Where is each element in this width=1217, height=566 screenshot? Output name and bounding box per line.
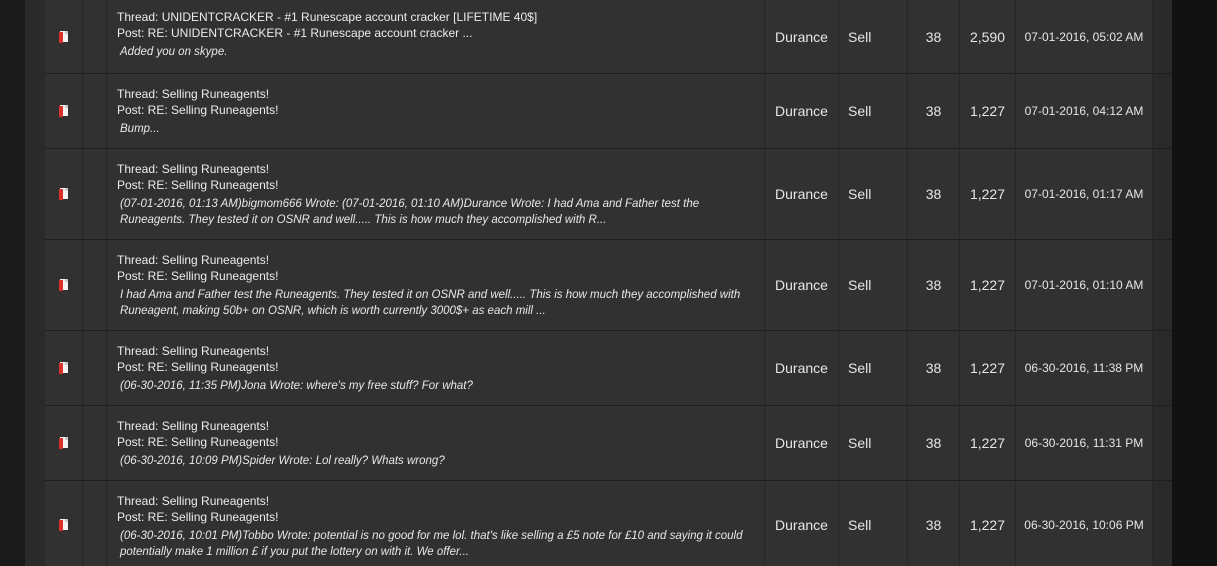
forum-link[interactable]: Sell bbox=[839, 0, 908, 73]
post-icon-cell bbox=[45, 0, 83, 73]
forum-link[interactable]: Sell bbox=[839, 240, 908, 330]
forum-link[interactable]: Sell bbox=[839, 481, 908, 566]
post-icon-cell bbox=[45, 406, 83, 480]
left-margin bbox=[0, 0, 25, 566]
post-info: Thread: Selling Runeagents! Post: RE: Se… bbox=[107, 481, 765, 566]
post-excerpt: Bump... bbox=[120, 123, 160, 135]
thread-link[interactable]: Thread: Selling Runeagents! bbox=[117, 418, 764, 434]
post-excerpt: I had Ama and Father test the Runeagents… bbox=[120, 289, 741, 317]
forum-link[interactable]: Sell bbox=[839, 149, 908, 239]
document-icon bbox=[59, 362, 68, 374]
views-count: 1,227 bbox=[960, 240, 1016, 330]
views-count: 1,227 bbox=[960, 149, 1016, 239]
forum-link[interactable]: Sell bbox=[839, 74, 908, 148]
post-excerpt: (06-30-2016, 10:09 PM)Spider Wrote: Lol … bbox=[120, 455, 445, 467]
post-info: Thread: Selling Runeagents! Post: RE: Se… bbox=[107, 240, 765, 330]
post-excerpt: Added you on skype. bbox=[120, 46, 228, 58]
author-link[interactable]: Durance bbox=[765, 406, 839, 480]
replies-count: 38 bbox=[908, 74, 960, 148]
thread-link[interactable]: Thread: Selling Runeagents! bbox=[117, 86, 764, 102]
post-date: 06-30-2016, 11:31 PM bbox=[1016, 406, 1153, 480]
views-count: 1,227 bbox=[960, 74, 1016, 148]
replies-count: 38 bbox=[908, 481, 960, 566]
author-link[interactable]: Durance bbox=[765, 0, 839, 73]
thread-link[interactable]: Thread: Selling Runeagents! bbox=[117, 161, 764, 177]
post-date: 07-01-2016, 05:02 AM bbox=[1016, 0, 1153, 73]
views-count: 2,590 bbox=[960, 0, 1016, 73]
right-margin bbox=[1172, 0, 1217, 566]
post-link[interactable]: Post: RE: UNIDENTCRACKER - #1 Runescape … bbox=[117, 25, 764, 41]
post-link[interactable]: Post: RE: Selling Runeagents! bbox=[117, 509, 764, 525]
search-results-panel: Thread: UNIDENTCRACKER - #1 Runescape ac… bbox=[25, 0, 1172, 566]
post-info: Thread: Selling Runeagents! Post: RE: Se… bbox=[107, 331, 765, 405]
post-date: 06-30-2016, 11:38 PM bbox=[1016, 331, 1153, 405]
document-icon bbox=[59, 30, 68, 43]
post-icon-cell bbox=[45, 331, 83, 405]
post-link[interactable]: Post: RE: Selling Runeagents! bbox=[117, 434, 764, 450]
replies-count: 38 bbox=[908, 406, 960, 480]
author-link[interactable]: Durance bbox=[765, 240, 839, 330]
table-row: Thread: Selling Runeagents! Post: RE: Se… bbox=[45, 481, 1172, 566]
thread-link[interactable]: Thread: UNIDENTCRACKER - #1 Runescape ac… bbox=[117, 9, 764, 25]
post-date: 07-01-2016, 01:17 AM bbox=[1016, 149, 1153, 239]
document-icon bbox=[59, 518, 68, 531]
table-row: Thread: UNIDENTCRACKER - #1 Runescape ac… bbox=[45, 0, 1172, 74]
post-info: Thread: UNIDENTCRACKER - #1 Runescape ac… bbox=[107, 0, 765, 73]
author-link[interactable]: Durance bbox=[765, 331, 839, 405]
post-link[interactable]: Post: RE: Selling Runeagents! bbox=[117, 177, 764, 193]
post-date: 07-01-2016, 01:10 AM bbox=[1016, 240, 1153, 330]
post-icon-cell bbox=[45, 74, 83, 148]
post-date: 07-01-2016, 04:12 AM bbox=[1016, 74, 1153, 148]
post-excerpt: (06-30-2016, 11:35 PM)Jona Wrote: where'… bbox=[120, 380, 473, 392]
thread-link[interactable]: Thread: Selling Runeagents! bbox=[117, 493, 764, 509]
document-icon bbox=[59, 437, 68, 449]
post-link[interactable]: Post: RE: Selling Runeagents! bbox=[117, 268, 764, 284]
thread-link[interactable]: Thread: Selling Runeagents! bbox=[117, 252, 764, 268]
post-info: Thread: Selling Runeagents! Post: RE: Se… bbox=[107, 149, 765, 239]
post-info: Thread: Selling Runeagents! Post: RE: Se… bbox=[107, 406, 765, 480]
forum-link[interactable]: Sell bbox=[839, 406, 908, 480]
table-row: Thread: Selling Runeagents! Post: RE: Se… bbox=[45, 240, 1172, 331]
post-link[interactable]: Post: RE: Selling Runeagents! bbox=[117, 102, 764, 118]
post-excerpt: (06-30-2016, 10:01 PM)Tobbo Wrote: poten… bbox=[120, 530, 743, 558]
views-count: 1,227 bbox=[960, 406, 1016, 480]
forum-link[interactable]: Sell bbox=[839, 331, 908, 405]
post-icon-cell bbox=[45, 481, 83, 566]
post-excerpt: (07-01-2016, 01:13 AM)bigmom666 Wrote: (… bbox=[120, 198, 700, 226]
document-icon bbox=[59, 279, 68, 291]
replies-count: 38 bbox=[908, 0, 960, 73]
table-row: Thread: Selling Runeagents! Post: RE: Se… bbox=[45, 331, 1172, 406]
views-count: 1,227 bbox=[960, 481, 1016, 566]
table-row: Thread: Selling Runeagents! Post: RE: Se… bbox=[45, 149, 1172, 240]
author-link[interactable]: Durance bbox=[765, 481, 839, 566]
post-link[interactable]: Post: RE: Selling Runeagents! bbox=[117, 359, 764, 375]
author-link[interactable]: Durance bbox=[765, 149, 839, 239]
replies-count: 38 bbox=[908, 240, 960, 330]
post-icon-cell bbox=[45, 240, 83, 330]
replies-count: 38 bbox=[908, 331, 960, 405]
author-link[interactable]: Durance bbox=[765, 74, 839, 148]
views-count: 1,227 bbox=[960, 331, 1016, 405]
replies-count: 38 bbox=[908, 149, 960, 239]
table-row: Thread: Selling Runeagents! Post: RE: Se… bbox=[45, 406, 1172, 481]
post-info: Thread: Selling Runeagents! Post: RE: Se… bbox=[107, 74, 765, 148]
document-icon bbox=[59, 188, 68, 200]
post-icon-cell bbox=[45, 149, 83, 239]
document-icon bbox=[59, 105, 68, 117]
post-date: 06-30-2016, 10:06 PM bbox=[1016, 481, 1153, 566]
thread-link[interactable]: Thread: Selling Runeagents! bbox=[117, 343, 764, 359]
table-row: Thread: Selling Runeagents! Post: RE: Se… bbox=[45, 74, 1172, 149]
